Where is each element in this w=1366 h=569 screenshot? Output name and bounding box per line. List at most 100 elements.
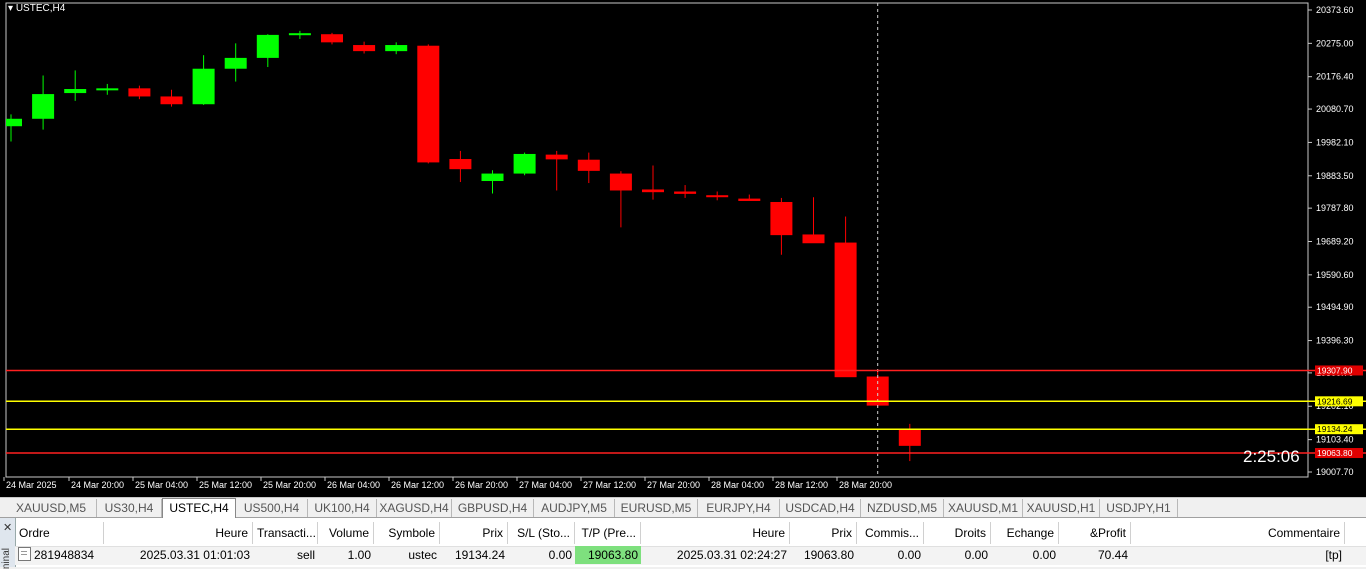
price-tick-label: 19689.20	[1316, 236, 1354, 246]
cell-fees: 0.00	[964, 548, 988, 562]
bull-candle	[385, 45, 408, 52]
tab-uk100-h4[interactable]: UK100,H4	[308, 499, 377, 517]
time-tick-label: 28 Mar 12:00	[775, 480, 828, 490]
tab-usdcad-h4[interactable]: USDCAD,H4	[780, 499, 861, 517]
bull-candle	[64, 89, 87, 94]
time-tick-label: 26 Mar 12:00	[391, 480, 444, 490]
column-header-commission[interactable]: Commis...	[857, 522, 924, 544]
column-header-time[interactable]: Heure	[104, 522, 253, 544]
price-tick-label: 20080.70	[1316, 104, 1354, 114]
cell-order: 281948834	[15, 546, 104, 564]
tab-eurjpy-h4[interactable]: EURJPY,H4	[698, 499, 780, 517]
tab-xauusd-m1[interactable]: XAUUSD,M1	[944, 499, 1023, 517]
price-tick-label: 20176.40	[1316, 72, 1354, 82]
bear-candle	[738, 198, 761, 201]
price-tick-label: 19396.30	[1316, 336, 1354, 346]
chart-symbol-title[interactable]: ▾ USTEC,H4	[8, 3, 65, 14]
time-tick-label: 27 Mar 12:00	[583, 480, 636, 490]
column-header-profit[interactable]: &Profit	[1059, 522, 1131, 544]
cell-time: 2025.03.31 01:01:03	[139, 548, 250, 562]
price-tick-label: 19590.60	[1316, 270, 1354, 280]
price-tick-label: 20373.60	[1316, 5, 1354, 15]
column-header-fees[interactable]: Droits	[924, 522, 991, 544]
bear-candle	[353, 45, 376, 52]
terminal-panel: ✕ ninal Ordre Heure Transacti... Volume Symb…	[0, 518, 1366, 569]
time-tick-label: 27 Mar 20:00	[647, 480, 700, 490]
bull-candle	[288, 33, 311, 36]
time-tick-label: 26 Mar 20:00	[455, 480, 508, 490]
cell-tp: 19063.80	[575, 546, 641, 564]
bear-candle	[545, 154, 568, 160]
cell-comment: [tp]	[1325, 548, 1342, 562]
cell-type: sell	[296, 548, 315, 562]
price-tick-label: 19787.80	[1316, 203, 1354, 213]
column-header-symbol[interactable]: Symbole	[374, 522, 440, 544]
bear-candle	[706, 195, 729, 198]
bear-candle	[449, 159, 472, 170]
bear-candle	[160, 96, 183, 105]
cell-sl: 0.00	[548, 548, 572, 562]
time-tick-label: 24 Mar 2025	[6, 480, 57, 490]
chart-symbol-title-text: USTEC,H4	[15, 3, 66, 14]
column-header-swap[interactable]: Echange	[991, 522, 1059, 544]
column-header-sl[interactable]: S/L (Sto...	[508, 522, 575, 544]
cell-close-price: 19063.80	[803, 548, 854, 562]
cell-close-time: 2025.03.31 02:24:27	[676, 548, 787, 562]
tab-gbpusd-h4[interactable]: GBPUSD,H4	[452, 499, 534, 517]
tab-us30-h4[interactable]: US30,H4	[97, 499, 162, 517]
price-tick-label: 20275.00	[1316, 38, 1354, 48]
bull-candle	[6, 118, 22, 127]
bull-candle	[481, 173, 504, 182]
bull-candle	[192, 68, 215, 105]
terminal-side-bar: ✕ ninal	[0, 518, 16, 569]
column-header-volume[interactable]: Volume	[318, 522, 374, 544]
price-tag-label: 19216.69	[1317, 396, 1353, 406]
time-tick-label: 25 Mar 04:00	[135, 480, 188, 490]
bull-candle	[513, 153, 536, 174]
bull-candle	[256, 34, 279, 58]
tab-nzdusd-m5[interactable]: NZDUSD,M5	[861, 499, 944, 517]
bear-candle	[834, 242, 857, 378]
price-tick-label: 19103.40	[1316, 435, 1354, 445]
bear-candle	[898, 429, 921, 446]
price-tick-label: 19982.10	[1316, 137, 1354, 147]
column-header-type[interactable]: Transacti...	[253, 522, 318, 544]
time-tick-label: 24 Mar 20:00	[71, 480, 124, 490]
time-tick-label: 28 Mar 20:00	[839, 480, 892, 490]
tab-ustec-h4[interactable]: USTEC,H4	[162, 498, 236, 518]
column-header-comment[interactable]: Commentaire	[1131, 522, 1345, 544]
tab-xauusd-h1[interactable]: XAUUSD,H1	[1023, 499, 1100, 517]
price-tag-label: 19307.90	[1317, 365, 1353, 375]
column-header-close-price[interactable]: Prix	[790, 522, 857, 544]
tab-eurusd-m5[interactable]: EURUSD,M5	[615, 499, 698, 517]
bull-candle	[32, 94, 55, 119]
time-tick-label: 25 Mar 12:00	[199, 480, 252, 490]
column-header-order[interactable]: Ordre	[15, 522, 104, 544]
time-tick-label: 26 Mar 04:00	[327, 480, 380, 490]
tab-xagusd-h4[interactable]: XAGUSD,H4	[377, 499, 452, 517]
price-chart[interactable]: 20373.60 20275.00 20176.40 20080.70 19982.10…	[0, 0, 1366, 497]
terminal-side-label: ninal	[1, 548, 12, 569]
bear-candle	[577, 159, 600, 171]
time-tick-label: 25 Mar 20:00	[263, 480, 316, 490]
close-icon[interactable]: ✕	[3, 521, 12, 534]
column-header-close-time[interactable]: Heure	[641, 522, 790, 544]
tab-usdjpy-h1[interactable]: USDJPY,H1	[1100, 499, 1178, 517]
cell-profit: 70.44	[1097, 548, 1128, 562]
bear-candle	[674, 191, 697, 194]
column-header-tp[interactable]: T/P (Pre...	[575, 522, 641, 544]
bar-countdown-timer: 2:25:06	[1243, 447, 1300, 466]
chart-canvas[interactable]: 20373.60 20275.00 20176.40 20080.70 19982.10…	[0, 0, 1366, 497]
cell-volume: 1.00	[347, 548, 371, 562]
column-header-price[interactable]: Prix	[440, 522, 508, 544]
order-number: 281948834	[34, 548, 95, 562]
cell-symbol: ustec	[408, 548, 437, 562]
time-tick-label: 27 Mar 04:00	[519, 480, 572, 490]
bear-candle	[770, 201, 793, 236]
tab-us500-h4[interactable]: US500,H4	[236, 499, 308, 517]
bear-candle	[609, 173, 632, 191]
price-tag-label: 19063.80	[1317, 448, 1353, 458]
tab-xauusd-m5[interactable]: XAUUSD,M5	[6, 499, 97, 517]
time-tick-label: 28 Mar 04:00	[711, 480, 764, 490]
tab-audjpy-m5[interactable]: AUDJPY,M5	[534, 499, 615, 517]
